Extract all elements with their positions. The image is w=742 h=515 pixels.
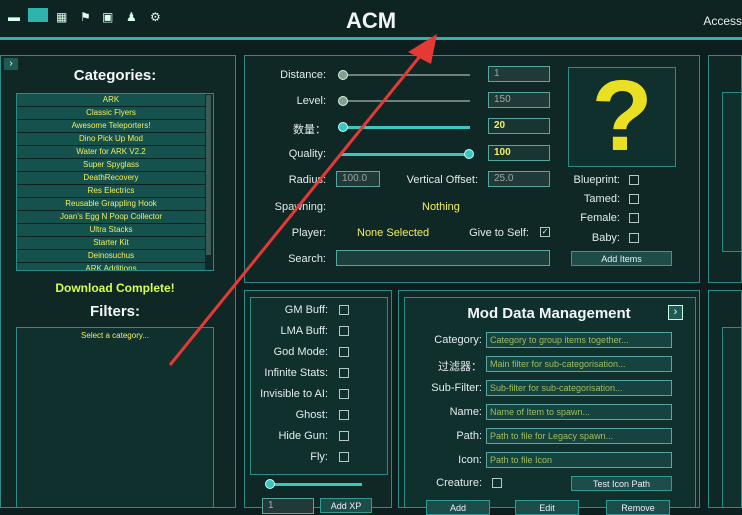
arrow-head bbox=[408, 34, 437, 64]
annotation-arrow bbox=[168, 34, 437, 366]
arrow-shaft bbox=[168, 49, 427, 366]
